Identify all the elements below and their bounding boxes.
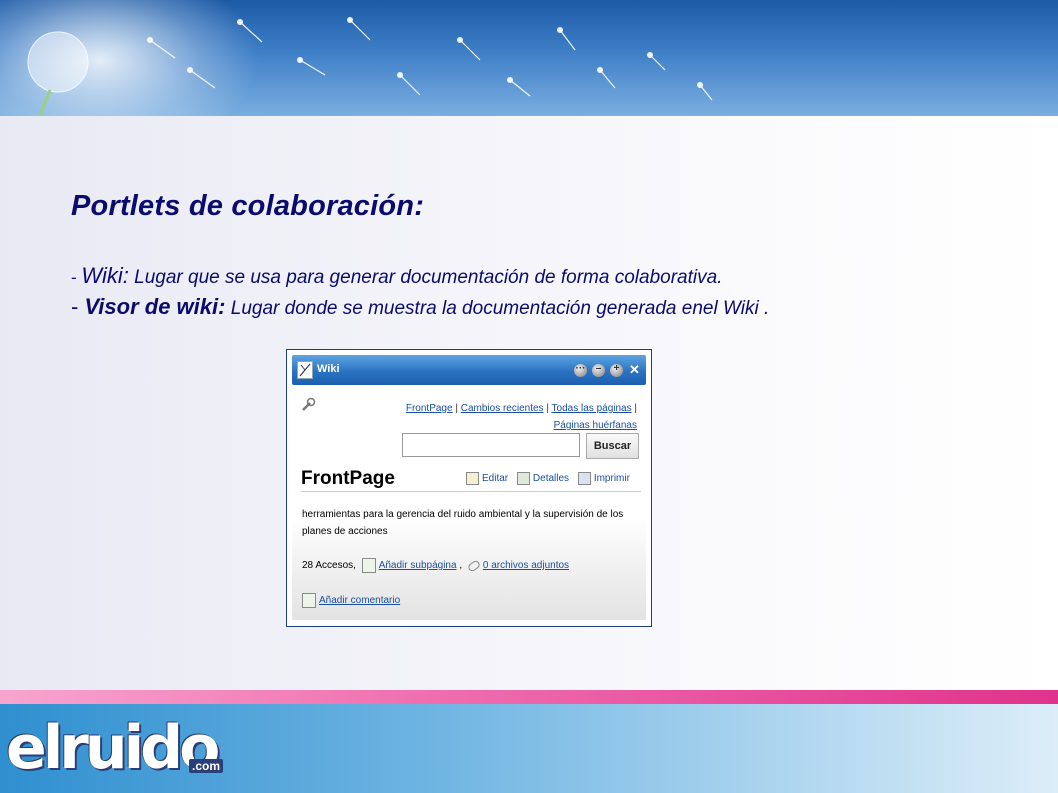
nav-separator: | [634, 403, 637, 414]
comma-separator: , [459, 560, 463, 572]
attachments-link[interactable]: 0 archivos adjuntos [483, 560, 569, 571]
bullet-term: Wiki: [81, 263, 129, 288]
elruido-logo: elruido .com [4, 705, 236, 791]
portlet-header: Wiki ··· – + ✕ [292, 355, 646, 385]
add-comment-icon [302, 593, 316, 608]
add-subpage-link[interactable]: Añadir subpágina [379, 560, 457, 571]
title-divider [301, 491, 641, 492]
wiki-logo-icon [297, 361, 313, 379]
bullet-wiki: - Wiki: Lugar que se usa para generar do… [71, 263, 722, 289]
details-icon [516, 472, 530, 485]
bullet-description: Lugar que se usa para generar documentac… [128, 267, 723, 288]
nav-link-all-pages[interactable]: Todas las páginas [552, 403, 632, 414]
nav-separator: | [455, 403, 458, 414]
print-icon [577, 472, 591, 485]
print-label: Imprimir [593, 473, 630, 485]
nav-separator: | [546, 403, 549, 414]
page-actions: Editar Detalles Imprimir [466, 472, 636, 485]
page-title: FrontPage [301, 468, 395, 489]
bullet-description: Lugar donde se muestra la documentación … [225, 298, 770, 319]
page-content: herramientas para la gerencia del ruido … [302, 509, 624, 537]
add-comment: Añadir comentario [302, 593, 400, 608]
bullet-dash: - [71, 268, 82, 287]
access-count: 28 Accesos, [302, 560, 356, 572]
portlet-body: FrontPage | Cambios recientes | Todas la… [292, 388, 646, 620]
minimize-icon[interactable]: – [592, 363, 605, 377]
portlet-title: Wiki [317, 363, 340, 375]
nav-link-recent-changes[interactable]: Cambios recientes [461, 403, 544, 414]
maximize-icon[interactable]: + [610, 363, 623, 377]
bullet-visor-wiki: - Visor de wiki: Lugar donde se muestra … [71, 294, 769, 320]
details-label: Detalles [532, 473, 570, 485]
add-page-icon [361, 558, 376, 573]
edit-icon [466, 472, 479, 485]
bullet-term: Visor de wiki: [84, 294, 226, 319]
header-banner [0, 0, 1058, 116]
bullet-dash: - [71, 294, 85, 319]
wrench-icon[interactable] [300, 397, 316, 413]
page-stats: 28 Accesos, Añadir subpágina , 0 archivo… [302, 558, 569, 573]
details-action[interactable]: Detalles [516, 472, 570, 485]
search-input[interactable] [402, 433, 580, 457]
logo-suffix: .com [189, 759, 224, 773]
wiki-nav-links: FrontPage | Cambios recientes | Todas la… [406, 400, 637, 434]
slide-title: Portlets de colaboración: [71, 190, 425, 222]
logo-brand-text: elruido [6, 713, 220, 783]
wiki-portlet: Wiki ··· – + ✕ FrontPage | Cambios recie… [286, 349, 652, 627]
nav-link-frontpage[interactable]: FrontPage [406, 403, 453, 414]
print-action[interactable]: Imprimir [577, 472, 630, 485]
add-comment-link[interactable]: Añadir comentario [319, 595, 400, 606]
footer-pink-stripe [0, 690, 1058, 704]
edit-label: Editar [482, 473, 509, 485]
options-icon[interactable]: ··· [574, 363, 587, 377]
edit-action[interactable]: Editar [466, 472, 508, 485]
dandelion-illustration [27, 17, 713, 116]
close-icon[interactable]: ✕ [629, 362, 640, 378]
search-button[interactable]: Buscar [586, 433, 639, 459]
paperclip-icon [466, 558, 482, 573]
nav-link-orphan-pages[interactable]: Páginas huérfanas [554, 420, 637, 431]
